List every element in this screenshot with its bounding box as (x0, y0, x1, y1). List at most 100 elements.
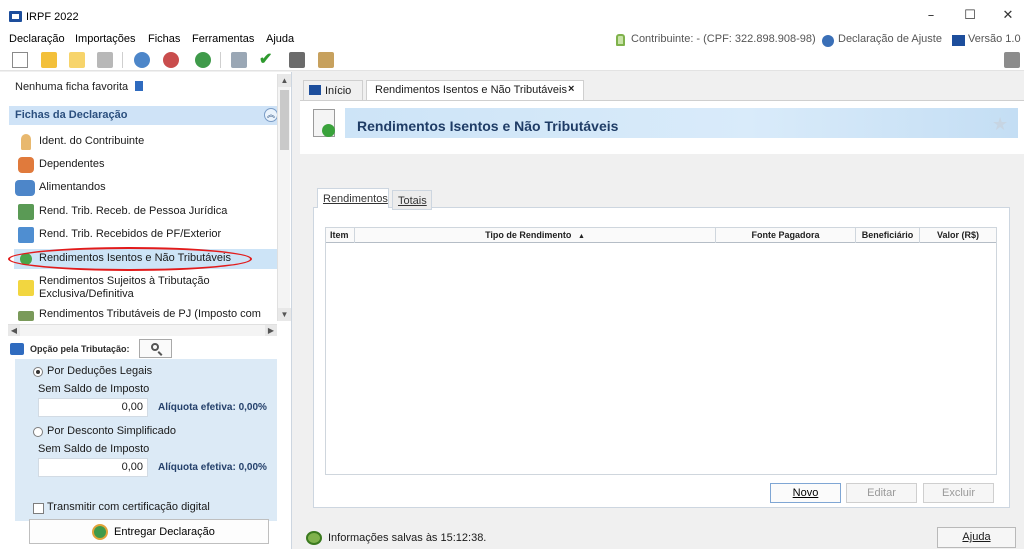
sidebar-item-dependentes[interactable]: Dependentes (14, 155, 279, 175)
collapse-icon[interactable]: ︽ (264, 108, 278, 122)
highlight-annotation (8, 247, 252, 271)
minimize-button[interactable]: – (920, 6, 942, 26)
deducoes-label: Por Deduções Legais (47, 365, 153, 377)
sort-asc-icon: ▲ (577, 233, 585, 240)
rendimentos-table[interactable]: Item Tipo de Rendimento ▲ Fonte Pagadora… (325, 227, 997, 475)
alimentandos-icon (15, 180, 35, 196)
sidebar-item-rend-exclusiva[interactable]: Rendimentos Sujeitos à Tributação Exclus… (14, 272, 279, 304)
new-file-icon[interactable] (12, 52, 28, 68)
report-icon[interactable] (318, 52, 334, 68)
entregar-declaracao-button[interactable]: Entregar Declaração (29, 519, 269, 544)
import-icon[interactable] (134, 52, 150, 68)
app-icon (9, 11, 22, 22)
main-area: Início Rendimentos Isentos e Não Tributá… (300, 72, 1024, 549)
trash-icon[interactable] (97, 52, 113, 68)
table-header: Item Tipo de Rendimento ▲ Fonte Pagadora… (326, 228, 996, 243)
sidebar-item-ident-contribuinte[interactable]: Ident. do Contribuinte (14, 132, 279, 152)
col-tipo-rendimento[interactable]: Tipo de Rendimento ▲ (355, 228, 716, 243)
maximize-button[interactable]: ☐ (959, 6, 981, 26)
sidebar-vertical-scrollbar[interactable]: ▲ ▼ (277, 74, 291, 321)
header-banner: Rendimentos Isentos e Não Tributáveis ★ (300, 100, 1024, 154)
editar-label: Editar (867, 487, 896, 499)
transmitir-checkbox[interactable] (33, 503, 44, 514)
radio-deducoes-legais[interactable] (33, 367, 43, 377)
title-bar: IRPF 2022 – ☐ ✕ (0, 0, 1024, 32)
person-icon (21, 134, 31, 150)
search-button[interactable] (139, 339, 172, 358)
scroll-right-icon[interactable]: ▶ (265, 325, 277, 336)
col-valor[interactable]: Valor (R$) (920, 228, 996, 243)
sidebar-item-label: Alimentandos (39, 181, 106, 193)
editar-button[interactable]: Editar (846, 483, 917, 503)
check-icon[interactable]: ✔ (259, 52, 275, 68)
tab-inicio[interactable]: Início (303, 80, 363, 100)
recover-icon[interactable] (163, 52, 179, 68)
ajuda-label: Ajuda (962, 531, 991, 543)
deducoes-aliquota: Alíquota efetiva: 0,00% (158, 402, 267, 413)
menu-importacoes[interactable]: Importações (75, 33, 136, 45)
tab-rendimentos[interactable]: Rendimentos (317, 188, 389, 208)
novo-button[interactable]: Novo (770, 483, 841, 503)
col-item[interactable]: Item (326, 228, 355, 243)
deducoes-sub: Sem Saldo de Imposto (38, 383, 150, 395)
income-pf-icon (18, 227, 34, 243)
tab-inicio-label: Início (325, 85, 352, 97)
sidebar-item-rend-trib-pf[interactable]: Rend. Trib. Recebidos de PF/Exterior (14, 225, 279, 245)
versao-label: Versão 1.0 (968, 33, 1021, 45)
menu-ferramentas[interactable]: Ferramentas (192, 33, 254, 45)
sidebar-item-label-line2: Exclusiva/Definitiva (39, 288, 134, 300)
desconto-aliquota: Alíquota efetiva: 0,00% (158, 462, 267, 473)
menu-fichas[interactable]: Fichas (148, 33, 180, 45)
scroll-down-icon[interactable]: ▼ (278, 308, 291, 321)
scroll-up-icon[interactable]: ▲ (278, 74, 291, 87)
radio-desconto-simplificado[interactable] (33, 427, 43, 437)
toolbar-separator (122, 52, 123, 68)
tab-totais[interactable]: Totais (392, 190, 432, 210)
pj-tax-icon (18, 311, 34, 321)
calculator-icon[interactable] (289, 52, 305, 68)
excluir-button[interactable]: Excluir (923, 483, 994, 503)
tributacao-icon (10, 343, 24, 355)
income-pj-icon (18, 204, 34, 220)
menu-declaracao[interactable]: Declaração (9, 33, 65, 45)
col-fonte-pagadora[interactable]: Fonte Pagadora (716, 228, 856, 243)
print-icon[interactable] (231, 52, 247, 68)
exit-icon[interactable] (1004, 52, 1020, 68)
sidebar-item-rend-trib-pj[interactable]: Rend. Trib. Receb. de Pessoa Jurídica (14, 202, 279, 222)
favorite-label: Nenhuma ficha favorita (15, 81, 144, 93)
excluir-label: Excluir (941, 487, 975, 499)
folder-icon[interactable] (69, 52, 85, 68)
sidebar-horizontal-scrollbar[interactable]: ◀ ▶ (8, 324, 277, 336)
fichas-header-title: Fichas da Declaração (15, 109, 128, 121)
sidebar-item-alimentandos[interactable]: Alimentandos (14, 178, 279, 198)
tab-active-label: Rendimentos Isentos e Não Tributáveis (375, 84, 567, 96)
tab-rendimentos-isentos[interactable]: Rendimentos Isentos e Não Tributáveis × (366, 80, 584, 100)
sidebar-item-rend-trib-pj-imposto[interactable]: Rendimentos Tributáveis de PJ (Imposto c… (14, 305, 279, 323)
dependents-icon (18, 157, 34, 173)
page-title: Rendimentos Isentos e Não Tributáveis (357, 118, 619, 134)
contribuinte-info: Contribuinte: - (CPF: 322.898.908-98) (631, 33, 816, 45)
status-message: Informações salvas às 15:12:38. (328, 532, 487, 544)
left-panel: Nenhuma ficha favorita Fichas da Declara… (0, 72, 292, 549)
globe-icon[interactable] (195, 52, 211, 68)
open-folder-icon[interactable] (41, 52, 57, 68)
sidebar-item-label: Rend. Trib. Receb. de Pessoa Jurídica (39, 205, 228, 217)
tab-totais-label: Totais (398, 195, 427, 207)
scroll-thumb[interactable] (280, 90, 289, 150)
toolbar-separator (220, 52, 221, 68)
favorite-star-icon[interactable]: ★ (992, 114, 1008, 135)
close-button[interactable]: ✕ (997, 6, 1019, 26)
entregar-label: Entregar Declaração (114, 526, 215, 538)
tab-close-icon[interactable]: × (568, 83, 574, 95)
scroll-left-icon[interactable]: ◀ (8, 325, 20, 336)
ajuda-button[interactable]: Ajuda (937, 527, 1016, 548)
menu-ajuda[interactable]: Ajuda (266, 33, 294, 45)
globe-icon (92, 524, 108, 540)
lock-icon (616, 34, 625, 46)
transmitir-label: Transmitir com certificação digital (47, 501, 210, 513)
sidebar-item-label: Rendimentos Sujeitos à Tributação (39, 275, 210, 287)
sidebar-item-label: Rendimentos Tributáveis de PJ (Imposto c… (39, 308, 261, 320)
col-beneficiario[interactable]: Beneficiário (856, 228, 920, 243)
search-icon-handle (157, 351, 163, 356)
desconto-sub: Sem Saldo de Imposto (38, 443, 150, 455)
